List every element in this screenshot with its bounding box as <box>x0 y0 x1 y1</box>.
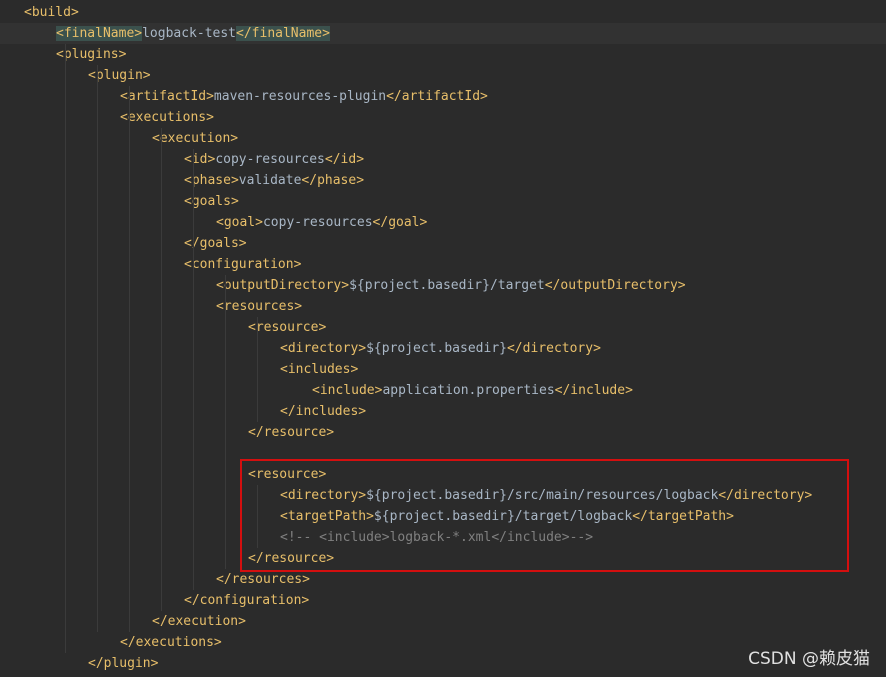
xml-tag: </directory> <box>506 341 601 356</box>
code-line[interactable]: <outputDirectory>${project.basedir}/targ… <box>0 275 886 296</box>
code-line[interactable]: <include>application.properties</include… <box>0 380 886 401</box>
xml-text: copy-resources <box>262 215 373 230</box>
code-line-content: </configuration> <box>184 590 309 611</box>
code-line-content: <execution> <box>152 128 238 149</box>
code-line[interactable]: <directory>${project.basedir}</directory… <box>0 338 886 359</box>
code-line-content: <artifactId>maven-resources-plugin</arti… <box>120 86 488 107</box>
xml-tag: </goal> <box>372 215 428 230</box>
code-line-content: <id>copy-resources</id> <box>184 149 364 170</box>
indent-guide <box>97 65 98 632</box>
xml-tag: </includes> <box>280 404 367 419</box>
code-line-content: </plugin> <box>88 653 158 674</box>
code-line-content: <executions> <box>120 107 214 128</box>
code-line[interactable]: </goals> <box>0 233 886 254</box>
xml-tag: </executions> <box>120 635 222 650</box>
xml-tag: <include> <box>312 383 383 398</box>
xml-tag: <configuration> <box>184 257 302 272</box>
xml-tag: </resources> <box>216 572 310 587</box>
xml-tag: </resource> <box>248 425 335 440</box>
indent-guide <box>225 275 226 569</box>
code-line-content: </includes> <box>280 401 366 422</box>
code-line[interactable]: <execution> <box>0 128 886 149</box>
xml-tag: <plugins> <box>56 47 127 62</box>
xml-tag: </outputDirectory> <box>544 278 686 293</box>
code-line-content: <finalName>logback-test</finalName> <box>56 23 330 44</box>
code-line-content: <configuration> <box>184 254 301 275</box>
code-line[interactable]: <configuration> <box>0 254 886 275</box>
code-line[interactable]: <includes> <box>0 359 886 380</box>
xml-text: maven-resources-plugin <box>213 89 387 104</box>
xml-tag: <resources> <box>216 299 303 314</box>
xml-text: copy-resources <box>215 152 325 167</box>
code-line-content: <goal>copy-resources</goal> <box>216 212 427 233</box>
code-line-content: </executions> <box>120 632 222 653</box>
indent-guide <box>129 86 130 632</box>
code-line[interactable]: <artifactId>maven-resources-plugin</arti… <box>0 86 886 107</box>
xml-tag: <goal> <box>216 215 263 230</box>
xml-text: ${project.basedir}/target <box>349 278 545 293</box>
code-line-content: </resources> <box>216 569 310 590</box>
code-line[interactable]: <goals> <box>0 191 886 212</box>
xml-tag: <includes> <box>280 362 359 377</box>
indent-guide <box>161 128 162 611</box>
code-editor[interactable]: <build> <finalName>logback-test</finalNam… <box>0 0 886 677</box>
xml-text: application.properties <box>382 383 555 398</box>
xml-tag: </phase> <box>301 173 365 188</box>
xml-tag: <artifactId> <box>120 89 214 104</box>
code-line[interactable]: </includes> <box>0 401 886 422</box>
code-line-content: <phase>validate</phase> <box>184 170 364 191</box>
code-line[interactable]: <id>copy-resources</id> <box>0 149 886 170</box>
code-line-content: <outputDirectory>${project.basedir}/targ… <box>216 275 686 296</box>
xml-tag: </id> <box>324 152 365 167</box>
code-line[interactable]: </execution> <box>0 611 886 632</box>
xml-tag: <finalName> <box>56 26 143 41</box>
xml-tag: <id> <box>184 152 216 167</box>
csdn-watermark: CSDN @赖皮猫 <box>748 649 870 669</box>
xml-tag: </finalName> <box>236 26 330 41</box>
indent-guide <box>193 149 194 590</box>
code-line[interactable]: <resource> <box>0 317 886 338</box>
code-line-content: <resources> <box>216 296 302 317</box>
code-line-content: <build> <box>24 2 79 23</box>
xml-text: logback-test <box>142 26 237 41</box>
code-line-content: <directory>${project.basedir}</directory… <box>280 338 601 359</box>
xml-tag: <execution> <box>152 131 239 146</box>
code-line[interactable]: <plugins> <box>0 44 886 65</box>
code-line[interactable]: <resources> <box>0 296 886 317</box>
code-line[interactable]: <goal>copy-resources</goal> <box>0 212 886 233</box>
xml-tag: <build> <box>24 5 79 20</box>
code-line[interactable]: <plugin> <box>0 65 886 86</box>
code-line[interactable]: <executions> <box>0 107 886 128</box>
code-line-content: </resource> <box>248 422 334 443</box>
code-line[interactable]: </resources> <box>0 569 886 590</box>
xml-text: validate <box>238 173 302 188</box>
xml-tag: <directory> <box>280 341 367 356</box>
code-line[interactable]: <phase>validate</phase> <box>0 170 886 191</box>
xml-tag: <resource> <box>248 320 327 335</box>
indent-guide <box>65 44 66 653</box>
red-highlight-box <box>240 459 849 572</box>
xml-tag: </configuration> <box>184 593 310 608</box>
code-line-content: <include>application.properties</include… <box>312 380 633 401</box>
code-line[interactable]: </configuration> <box>0 590 886 611</box>
code-line-content: <resource> <box>248 317 326 338</box>
xml-tag: </include> <box>554 383 633 398</box>
indent-guide <box>257 317 258 422</box>
xml-text: ${project.basedir} <box>366 341 507 356</box>
code-line[interactable]: <finalName>logback-test</finalName> <box>0 23 886 44</box>
code-line-content: </execution> <box>152 611 246 632</box>
code-line-content: <plugins> <box>56 44 126 65</box>
xml-tag: <executions> <box>120 110 214 125</box>
code-line[interactable]: </resource> <box>0 422 886 443</box>
xml-tag: </execution> <box>152 614 246 629</box>
code-line[interactable]: <build> <box>0 2 886 23</box>
code-line-content: <includes> <box>280 359 358 380</box>
xml-tag: </plugin> <box>88 656 159 671</box>
xml-tag: </artifactId> <box>386 89 488 104</box>
xml-tag: <outputDirectory> <box>216 278 350 293</box>
